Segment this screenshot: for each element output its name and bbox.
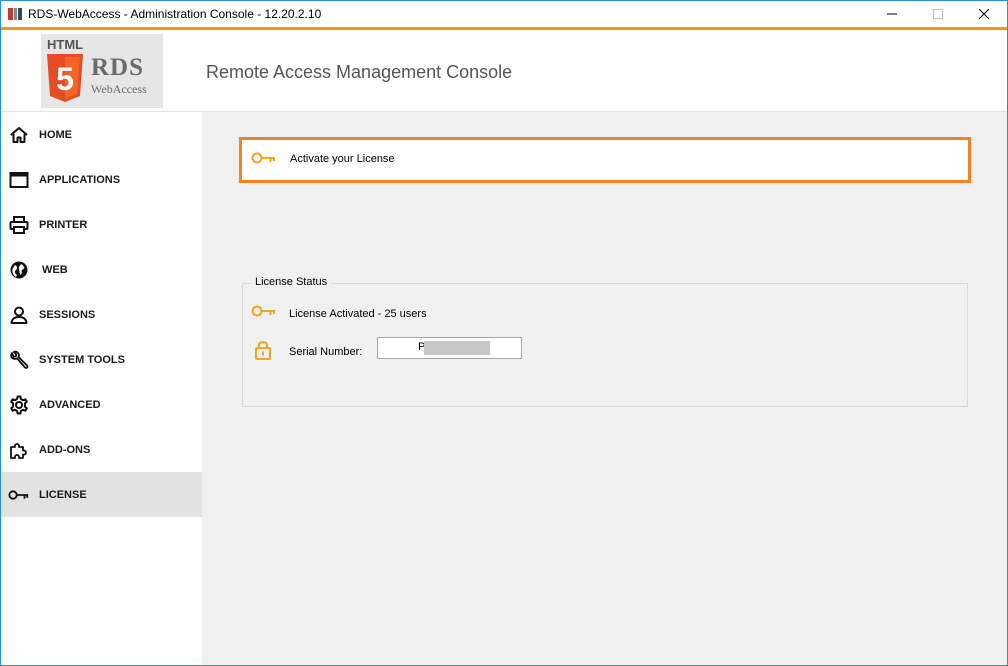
sidebar-item-add-ons[interactable]: ADD-ONS bbox=[1, 427, 202, 472]
user-icon bbox=[8, 304, 30, 326]
sidebar-item-label: ADVANCED bbox=[39, 398, 101, 411]
sidebar-item-advanced[interactable]: ADVANCED bbox=[1, 382, 202, 427]
app-window: RDS-WebAccess - Administration Console -… bbox=[0, 0, 1008, 666]
sidebar-item-system-tools[interactable]: SYSTEM TOOLS bbox=[1, 337, 202, 382]
window-icon bbox=[8, 169, 30, 191]
sidebar-item-label: APPLICATIONS bbox=[39, 173, 121, 186]
maximize-button[interactable] bbox=[915, 1, 961, 27]
puzzle-icon bbox=[8, 439, 30, 461]
sidebar-item-label: WEB bbox=[42, 263, 68, 276]
serial-number-label: Serial Number: bbox=[289, 346, 363, 358]
sidebar-item-printer[interactable]: PRINTER bbox=[1, 202, 202, 247]
printer-icon bbox=[8, 214, 30, 236]
key-icon bbox=[8, 484, 30, 506]
lock-icon bbox=[255, 341, 271, 360]
header: HTML 5 RDS WebAccess Remote Access Manag… bbox=[1, 30, 1007, 112]
sidebar-item-applications[interactable]: APPLICATIONS bbox=[1, 157, 202, 202]
sidebar-item-web[interactable]: WEB bbox=[1, 247, 202, 292]
close-button[interactable] bbox=[961, 1, 1007, 27]
activate-license-label: Activate your License bbox=[290, 153, 395, 165]
globe-icon bbox=[8, 259, 30, 281]
activate-license-button[interactable]: Activate your License bbox=[239, 137, 971, 183]
page-title: Remote Access Management Console bbox=[206, 62, 513, 82]
shield-glyph: 5 bbox=[56, 61, 74, 97]
sidebar-item-label: SESSIONS bbox=[39, 308, 96, 321]
logo-brand: RDS bbox=[91, 54, 145, 81]
main-content: Activate your License License Status Lic… bbox=[202, 112, 1007, 665]
gear-icon bbox=[8, 394, 30, 416]
sidebar: HOME APPLICATIONS PRINTER WEB SESSIONS S… bbox=[1, 112, 202, 665]
app-icon bbox=[8, 8, 22, 20]
minimize-icon bbox=[887, 13, 897, 15]
sidebar-item-label: HOME bbox=[39, 128, 72, 141]
home-icon bbox=[8, 124, 30, 146]
sidebar-item-label: ADD-ONS bbox=[39, 443, 91, 456]
html5-shield-icon: 5 bbox=[47, 54, 83, 102]
title-bar[interactable]: RDS-WebAccess - Administration Console -… bbox=[1, 1, 1007, 27]
serial-number-field[interactable]: P bbox=[377, 337, 522, 359]
sidebar-item-license[interactable]: LICENSE bbox=[1, 472, 202, 517]
license-activated-label: License Activated - 25 users bbox=[289, 308, 427, 320]
maximize-icon bbox=[933, 9, 943, 19]
key-icon bbox=[251, 152, 275, 164]
window-title: RDS-WebAccess - Administration Console -… bbox=[28, 7, 322, 21]
sidebar-item-home[interactable]: HOME bbox=[1, 112, 202, 157]
sidebar-item-label: PRINTER bbox=[39, 218, 88, 231]
key-icon bbox=[251, 305, 275, 317]
sidebar-item-sessions[interactable]: SESSIONS bbox=[1, 292, 202, 337]
license-status-legend: License Status bbox=[251, 276, 332, 288]
logo-product: WebAccess bbox=[91, 82, 147, 96]
close-icon bbox=[979, 9, 989, 19]
wrench-icon bbox=[8, 349, 30, 371]
logo-html-label: HTML bbox=[47, 37, 84, 52]
license-status-group: License Status License Activated - 25 us… bbox=[242, 276, 968, 407]
sidebar-item-label: SYSTEM TOOLS bbox=[39, 353, 125, 366]
minimize-button[interactable] bbox=[869, 1, 915, 27]
serial-redaction-mask bbox=[424, 341, 490, 355]
sidebar-item-label: LICENSE bbox=[39, 488, 87, 501]
rds-webaccess-logo: HTML 5 RDS WebAccess bbox=[41, 34, 163, 108]
